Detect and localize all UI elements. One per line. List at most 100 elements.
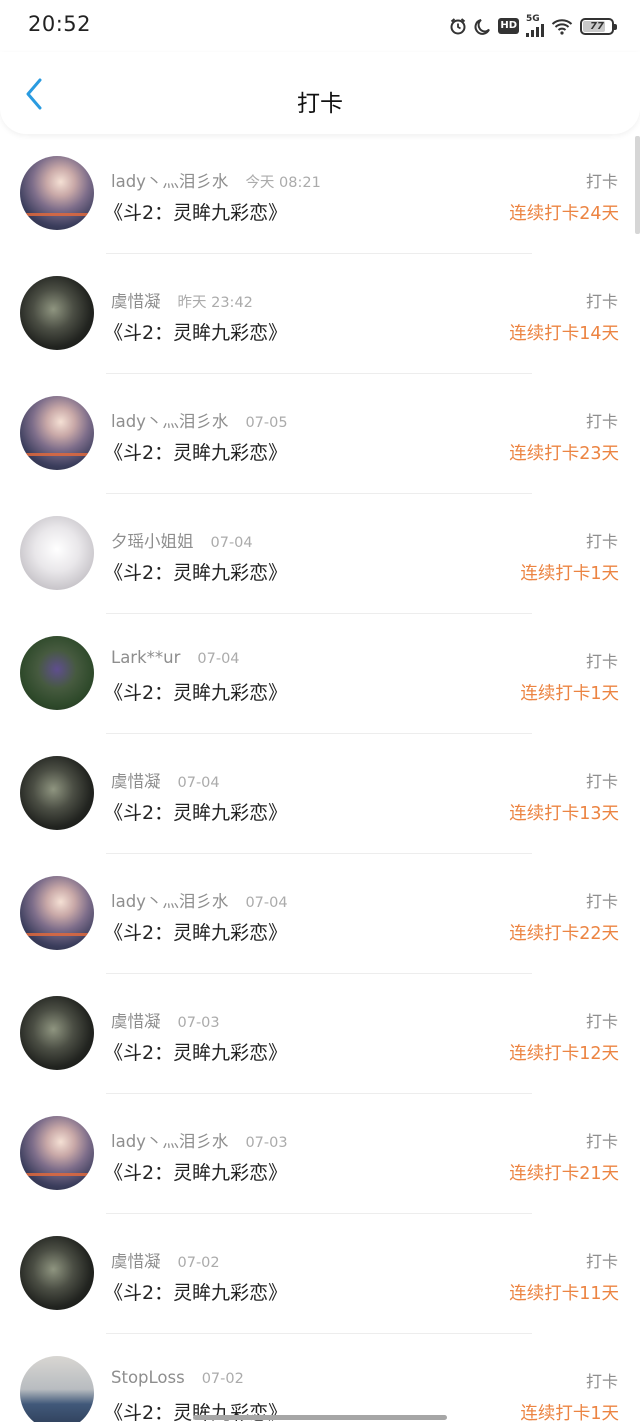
name-line: 虞惜凝 07-02 (111, 1248, 220, 1272)
checkin-tag: 打卡 (585, 652, 618, 671)
home-indicator[interactable] (193, 1415, 447, 1420)
wifi-icon (551, 18, 573, 35)
signal-icon (526, 24, 544, 37)
book-title[interactable]: 《斗2：灵眸九彩恋》 (104, 798, 287, 825)
alarm-icon (449, 17, 467, 35)
avatar[interactable] (20, 276, 94, 350)
avatar[interactable] (20, 156, 94, 230)
checkin-tag: 打卡 (585, 292, 618, 311)
name-line: Lark**ur 07-04 (111, 648, 240, 670)
list-item[interactable]: lady丶灬泪彡水 今天 08:21 《斗2：灵眸九彩恋》 打卡连续打卡24天 (0, 134, 640, 254)
list-item[interactable]: 虞惜凝 07-03 《斗2：灵眸九彩恋》 打卡连续打卡12天 (0, 974, 640, 1094)
status-icons: HD 5G 77 (449, 14, 617, 38)
avatar[interactable] (20, 876, 94, 950)
list-item[interactable]: StopLoss 07-02 《斗2：灵眸九彩恋》 打卡 连续打卡1天 (0, 1334, 640, 1422)
book-title[interactable]: 《斗2：灵眸九彩恋》 (104, 1158, 287, 1185)
timestamp: 今天 08:21 (245, 175, 321, 191)
avatar[interactable] (20, 516, 94, 590)
hd-icon: HD (498, 18, 519, 34)
username[interactable]: 虞惜凝 (111, 1248, 161, 1272)
scrollbar[interactable] (635, 136, 640, 234)
book-title[interactable]: 《斗2：灵眸九彩恋》 (104, 918, 287, 945)
checkin-tag: 打卡 (585, 1372, 618, 1391)
timestamp: 07-03 (245, 1135, 288, 1151)
avatar[interactable] (20, 756, 94, 830)
book-title[interactable]: 《斗2：灵眸九彩恋》 (104, 1278, 287, 1305)
streak-label: 连续打卡13天 (509, 804, 619, 824)
book-title[interactable]: 《斗2：灵眸九彩恋》 (104, 318, 287, 345)
username[interactable]: lady丶灬泪彡水 (111, 168, 228, 192)
timestamp: 07-03 (177, 1015, 220, 1031)
name-line: 虞惜凝 07-03 (111, 1008, 220, 1032)
name-line: 虞惜凝 07-04 (111, 768, 220, 792)
name-line: 虞惜凝 昨天 23:42 (111, 288, 253, 312)
moon-icon (474, 18, 491, 35)
timestamp: 07-04 (210, 535, 253, 551)
book-title[interactable]: 《斗2：灵眸九彩恋》 (104, 1038, 287, 1065)
checkin-tag: 打卡 (585, 172, 618, 191)
avatar[interactable] (20, 1116, 94, 1190)
status-time: 20:52 (28, 12, 92, 36)
streak-label: 连续打卡1天 (520, 1404, 619, 1422)
avatar[interactable] (20, 396, 94, 470)
name-line: StopLoss 07-02 (111, 1368, 244, 1390)
list-item[interactable]: 虞惜凝 昨天 23:42 《斗2：灵眸九彩恋》 打卡连续打卡14天 (0, 254, 640, 374)
timestamp: 07-02 (201, 1371, 244, 1387)
timestamp: 07-04 (177, 775, 220, 791)
username[interactable]: 夕瑶小姐姐 (111, 528, 194, 552)
battery-icon: 77 (580, 17, 617, 35)
avatar[interactable] (20, 996, 94, 1070)
book-title[interactable]: 《斗2：灵眸九彩恋》 (104, 438, 287, 465)
checkin-tag: 打卡 (585, 1132, 618, 1151)
nav-bar: 打卡 (0, 52, 640, 134)
username[interactable]: lady丶灬泪彡水 (111, 888, 228, 912)
name-line: lady丶灬泪彡水 07-05 (111, 408, 288, 432)
checkin-tag: 打卡 (585, 892, 618, 911)
username[interactable]: lady丶灬泪彡水 (111, 408, 228, 432)
avatar[interactable] (20, 1356, 94, 1422)
list-item[interactable]: lady丶灬泪彡水 07-05 《斗2：灵眸九彩恋》 打卡连续打卡23天 (0, 374, 640, 494)
name-line: lady丶灬泪彡水 07-03 (111, 1128, 288, 1152)
checkin-tag: 打卡 (585, 1252, 618, 1271)
username[interactable]: 虞惜凝 (111, 288, 161, 312)
list-item[interactable]: Lark**ur 07-04 《斗2：灵眸九彩恋》 打卡 连续打卡1天 (0, 614, 640, 734)
username[interactable]: lady丶灬泪彡水 (111, 1128, 228, 1152)
list-item[interactable]: 夕瑶小姐姐 07-04 《斗2：灵眸九彩恋》 打卡连续打卡1天 (0, 494, 640, 614)
battery-level: 77 (590, 20, 604, 32)
username[interactable]: StopLoss (111, 1368, 185, 1387)
streak-label: 连续打卡11天 (509, 1284, 619, 1304)
name-line: lady丶灬泪彡水 07-04 (111, 888, 288, 912)
checkin-tag: 打卡 (585, 1012, 618, 1031)
timestamp: 昨天 23:42 (177, 295, 253, 311)
checkin-tag: 打卡 (585, 532, 618, 551)
username[interactable]: 虞惜凝 (111, 768, 161, 792)
book-title[interactable]: 《斗2：灵眸九彩恋》 (104, 678, 287, 705)
timestamp: 07-04 (245, 895, 288, 911)
checkin-tag: 打卡 (585, 412, 618, 431)
streak-label: 连续打卡24天 (509, 204, 619, 224)
streak-label: 连续打卡1天 (520, 564, 619, 584)
list-item[interactable]: lady丶灬泪彡水 07-04 《斗2：灵眸九彩恋》 打卡连续打卡22天 (0, 854, 640, 974)
page-title: 打卡 (297, 91, 343, 117)
streak-label: 连续打卡23天 (509, 444, 619, 464)
list-item[interactable]: lady丶灬泪彡水 07-03 《斗2：灵眸九彩恋》 打卡连续打卡21天 (0, 1094, 640, 1214)
list-item[interactable]: 虞惜凝 07-04 《斗2：灵眸九彩恋》 打卡连续打卡13天 (0, 734, 640, 854)
timestamp: 07-05 (245, 415, 288, 431)
checkin-tag: 打卡 (585, 772, 618, 791)
network-5g-icon: 5G (526, 15, 544, 37)
streak-label: 连续打卡12天 (509, 1044, 619, 1064)
streak-label: 连续打卡22天 (509, 924, 619, 944)
streak-label: 连续打卡14天 (509, 324, 619, 344)
username[interactable]: Lark**ur (111, 648, 180, 667)
status-bar: 20:52 HD 5G 77 (0, 0, 640, 52)
list-item[interactable]: 虞惜凝 07-02 《斗2：灵眸九彩恋》 打卡连续打卡11天 (0, 1214, 640, 1334)
book-title[interactable]: 《斗2：灵眸九彩恋》 (104, 198, 287, 225)
timestamp: 07-02 (177, 1255, 220, 1271)
avatar[interactable] (20, 636, 94, 710)
streak-label: 连续打卡21天 (509, 1164, 619, 1184)
timestamp: 07-04 (197, 651, 240, 667)
avatar[interactable] (20, 1236, 94, 1310)
book-title[interactable]: 《斗2：灵眸九彩恋》 (104, 558, 287, 585)
name-line: 夕瑶小姐姐 07-04 (111, 528, 253, 552)
username[interactable]: 虞惜凝 (111, 1008, 161, 1032)
